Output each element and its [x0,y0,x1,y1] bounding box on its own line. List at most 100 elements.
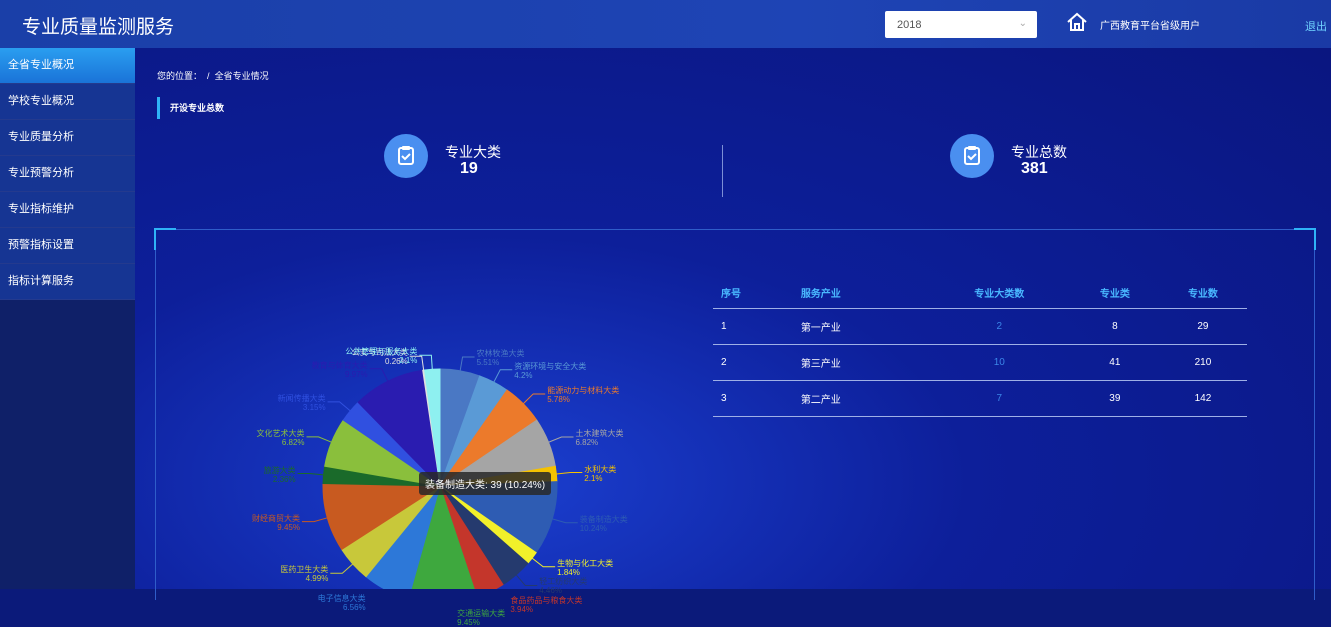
main-content: 您的位置： / 全省专业情况 开设专业总数 专业大类 19 专业总数 381 农… [135,48,1331,627]
pie-slice-name: 财经商贸大类 [251,513,300,523]
pie-slice-label: 装备制造大类 10.24% [580,515,628,533]
stat-value: 19 [460,160,478,177]
table-row: 1 第一产业 2 8 29 [713,308,1247,345]
pie-slice-name: 水利大类 [584,464,617,474]
year-select-value: 2018 [897,19,922,31]
pie-slice-name: 食品药品与粮食大类 [510,596,583,606]
pie-slice-percent: 6.82% [281,437,305,447]
pie-slice-label: 水利大类 2.1% [584,465,616,483]
pie-slice-name: 能源动力与材料大类 [547,385,620,395]
cell-major-count: 210 [1158,344,1247,381]
pie-slice-percent: 3.94% [510,605,534,615]
pie-slice-name: 轻工纺织大类 [539,577,588,587]
user-name: 广西教育平台省级用户 [1100,21,1200,32]
cell-class-count: 8 [1070,308,1159,345]
pie-label-line [459,356,475,371]
pie-slice-label: 公共管理与服务大类 2.1% [345,347,417,365]
pie-slice-percent: 6.82% [575,438,599,447]
cell-index: 3 [713,380,793,417]
pie-slice-percent: 5.78% [547,394,570,404]
pie-slice-label: 食品药品与粮食大类 3.94% [510,596,582,614]
sidebar-item-warning-analysis[interactable]: 专业预警分析 [0,156,135,192]
pie-slice-percent: 9.45% [277,522,300,532]
cell-major-count: 29 [1158,308,1247,345]
stat-divider [722,145,723,197]
chart-tooltip: 装备制造大类: 39 (10.24%) [419,472,552,495]
sidebar-item-indicator-maintenance[interactable]: 专业指标维护 [0,192,135,228]
pie-slice-percent: 6.56% [342,603,366,613]
cell-category-count-link[interactable]: 7 [927,380,1071,417]
clipboard-check-icon [950,134,994,178]
pie-slice-percent: 9.97% [344,369,368,379]
year-select[interactable]: 2018 ⌄ [885,11,1037,38]
pie-slice-percent: 10.24% [579,523,607,533]
cell-class-count: 39 [1070,380,1159,417]
pie-slice-label: 轻工纺织大类 4.46% [539,577,587,595]
pie-slice-percent: 3.15% [302,402,326,412]
breadcrumb: 您的位置： / 全省专业情况 [157,69,269,82]
cell-category-count-link[interactable]: 10 [927,344,1071,381]
pie-slice-label: 土木建筑大类 6.82% [575,429,623,447]
column-header: 序号 [713,276,793,309]
pie-label-line [531,557,556,568]
section-title: 开设专业总数 [157,97,224,119]
pie-slice-name: 装备制造大类 [579,514,628,524]
pie-slice-name: 农林牧渔大类 [476,348,525,358]
pie-label-line [515,574,538,586]
pie-slice-name: 资源环境与安全大类 [514,361,587,371]
pie-label-line [548,436,574,443]
breadcrumb-separator: / [207,71,210,81]
pie-slice-label: 能源动力与材料大类 5.78% [547,386,619,404]
sidebar-item-school-overview[interactable]: 学校专业概况 [0,84,135,120]
cell-industry: 第一产业 [792,308,928,345]
pie-slice-label: 生物与化工大类 1.84% [557,559,613,577]
pie-label-line [522,393,546,405]
pie-slice-name: 新闻传播大类 [277,393,326,403]
pie-slice-name: 电子信息大类 [317,594,366,604]
pie-slice-percent: 2.36% [272,474,296,484]
pie-label-line [327,401,351,412]
pie-slice-percent: 4.2% [514,370,533,380]
pie-slice-name: 生物与化工大类 [557,558,614,568]
app-title: 专业质量监测服务 [22,17,175,38]
pie-slice-name: 医药卫生大类 [280,565,329,575]
pie-label-line [552,518,578,524]
logout-link[interactable]: 退出 [1305,18,1327,34]
column-header: 专业大类数 [927,276,1071,309]
pie-slice-label: 旅游大类 2.36% [264,466,296,484]
pie-slice-percent: 9.45% [457,617,480,627]
breadcrumb-prefix: 您的位置： [157,71,203,81]
table-header-row: 序号 服务产业 专业大类数 专业类 专业数 [713,276,1247,309]
cell-category-count-link[interactable]: 2 [927,308,1071,345]
sidebar-item-warning-settings[interactable]: 预警指标设置 [0,228,135,264]
pie-label-line [301,517,328,523]
column-header: 服务产业 [792,276,928,309]
pie-slice-name: 旅游大类 [263,465,296,475]
sidebar-item-province-overview[interactable]: 全省专业概况 [0,48,135,84]
cell-class-count: 41 [1070,344,1159,381]
pie-label-line [297,473,324,476]
pie-slice-label: 文化艺术大类 6.82% [257,429,305,447]
home-icon [1067,12,1087,31]
table-row: 3 第二产业 7 39 142 [713,380,1247,417]
pie-label-line [330,563,354,574]
stat-label: 专业大类 [445,144,501,160]
cell-index: 2 [713,344,793,381]
table-row: 2 第三产业 10 41 210 [713,344,1247,381]
sidebar-item-indicator-service[interactable]: 指标计算服务 [0,264,135,300]
pie-slice-percent: 2.1% [399,356,418,366]
sidebar: 全省专业概况 学校专业概况 专业质量分析 专业预警分析 专业指标维护 预警指标设… [0,48,135,589]
cell-industry: 第二产业 [792,380,928,417]
stat-value: 381 [1021,160,1048,177]
sidebar-item-quality-analysis[interactable]: 专业质量分析 [0,120,135,156]
cell-index: 1 [713,308,793,345]
pie-slice-name: 交通运输大类 [457,608,506,618]
pie-slice-label: 交通运输大类 9.45% [457,609,505,627]
clipboard-check-icon [384,134,428,178]
pie-label-line [419,354,433,370]
column-header: 专业类 [1070,276,1159,309]
cell-industry: 第三产业 [792,344,928,381]
pie-slice-label: 电子信息大类 6.56% [318,594,366,612]
pie-slice-label: 资源环境与安全大类 4.2% [514,362,586,380]
pie-slice-percent: 4.99% [305,574,329,584]
